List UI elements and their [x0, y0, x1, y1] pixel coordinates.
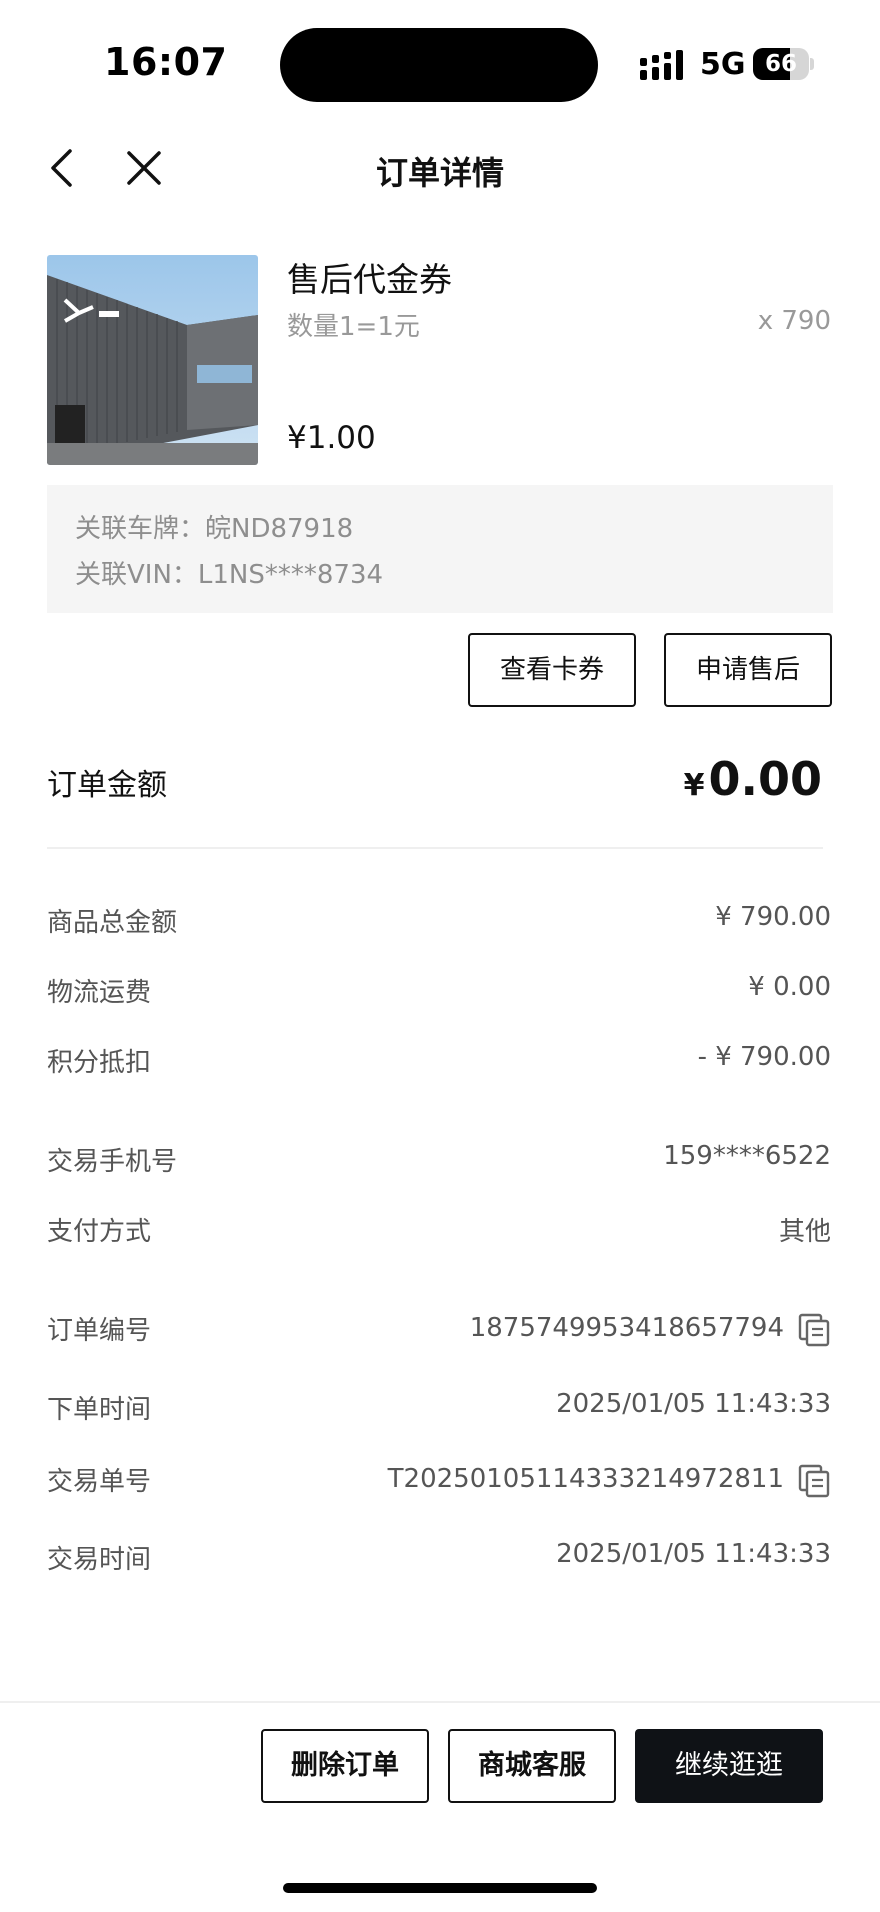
- payment-label-phone: 交易手机号: [47, 1147, 178, 1177]
- order-amount-value: ¥0.00: [684, 752, 822, 806]
- summary-value-total: ¥ 790.00: [715, 902, 831, 932]
- network-type: 5G: [700, 47, 746, 82]
- order-time-label: 下单时间: [47, 1395, 152, 1425]
- vehicle-plate: 关联车牌：皖ND87918: [75, 514, 354, 544]
- product-spec: 数量1=1元: [287, 312, 420, 342]
- payment-label-method: 支付方式: [47, 1217, 152, 1247]
- vehicle-vin: 关联VIN：L1NS****8734: [75, 560, 384, 590]
- transaction-number-value: T202501051143332149728​11: [387, 1464, 784, 1494]
- currency-symbol: ¥: [683, 768, 705, 803]
- product-name[interactable]: 售后代金券: [287, 253, 452, 301]
- summary-label-shipping: 物流运费: [47, 978, 152, 1008]
- summary-label-points: 积分抵扣: [47, 1048, 152, 1078]
- order-number-label: 订单编号: [47, 1316, 152, 1346]
- apply-aftersale-button[interactable]: 申请售后: [664, 633, 832, 707]
- transaction-time-value: 2025/01/05 11:43:33: [556, 1539, 831, 1569]
- customer-service-button[interactable]: 商城客服: [448, 1729, 616, 1803]
- summary-value-points: - ¥ 790.00: [697, 1042, 831, 1072]
- order-detail-screen: 16:07 5G 66 订单详情 售后代金券 数量1=1元 x 790 ¥1.0…: [0, 0, 880, 1912]
- order-time-value: 2025/01/05 11:43:33: [556, 1389, 831, 1419]
- home-indicator[interactable]: [283, 1883, 597, 1893]
- view-coupon-button[interactable]: 查看卡券: [468, 633, 636, 707]
- battery-percent: 66: [764, 51, 797, 77]
- payment-value-method: 其他: [778, 1217, 831, 1247]
- payment-value-phone: 159****6522: [663, 1141, 831, 1171]
- transaction-time-label: 交易时间: [47, 1545, 152, 1575]
- divider: [47, 847, 823, 849]
- vehicle-info-box: 关联车牌：皖ND87918 关联VIN：L1NS****8734: [47, 485, 833, 613]
- signal-icon: [640, 50, 683, 80]
- product-quantity: x 790: [757, 306, 831, 336]
- summary-value-shipping: ¥ 0.00: [748, 972, 831, 1002]
- order-number-value: 1875749953418657794: [469, 1313, 784, 1343]
- battery-icon: 66: [753, 48, 815, 80]
- product-price: ¥1.00: [287, 420, 376, 456]
- page-title: 订单详情: [375, 154, 504, 192]
- order-amount-label: 订单金额: [47, 768, 167, 803]
- copy-icon[interactable]: [798, 1313, 830, 1347]
- delete-order-button[interactable]: 删除订单: [261, 1729, 429, 1803]
- summary-label-total: 商品总金额: [47, 908, 178, 938]
- copy-icon[interactable]: [798, 1464, 830, 1498]
- transaction-number-label: 交易单号: [47, 1467, 152, 1497]
- continue-shopping-button[interactable]: 继续逛逛: [635, 1729, 823, 1803]
- bottom-bar-divider: [0, 1701, 880, 1703]
- dynamic-island: [280, 28, 598, 102]
- product-image[interactable]: [47, 255, 258, 465]
- order-amount-number: 0.00: [708, 752, 823, 806]
- status-time: 16:07: [104, 40, 228, 84]
